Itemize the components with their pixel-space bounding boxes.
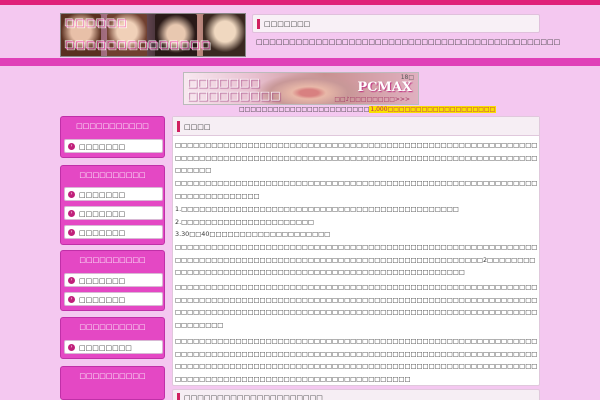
sidebar-item[interactable]: › □□□□□□□□ (64, 340, 163, 354)
chevron-right-icon: › (68, 229, 75, 236)
article-paragraph: □□□□□□□□□□□□□□□□□□□□□□□□□□□□□□□□□□□□□□□□… (175, 243, 538, 276)
sidebar-item-label: □□□□□□□ (79, 296, 126, 304)
site-logo[interactable]: □□□□□□ □□□□□□□□□□□□□□ (60, 13, 246, 57)
article-paragraph: □□□□□□□□□□□□□□□□□□□□□□□□□□□□□□□□□□□□□□□□… (175, 141, 538, 174)
sidebar-block-title: □□□□□□□□□□ (79, 323, 146, 331)
title-accent-bar (177, 393, 180, 400)
list-item: 1.□□□□□□□□□□□□□□□□□□□□□□□□□□□□□□□□□□□□□□… (175, 205, 459, 213)
banner-caption-text: □□□□□□□□□□□□□□□□□□□□□□□ (239, 106, 370, 113)
ad-banner[interactable]: □□□□□□□ □□□□□□□□□ 18□ PCMAX □□♪□□□□□□□□>… (183, 72, 419, 105)
article-paragraph: □□□□□□□□□□□□□□□□□□□□□□□□□□□□□□□□□□□□□□□□… (175, 179, 538, 200)
banner-caption-highlight: 1,000□□□□□□□□□□□□□□□□□□□ (369, 106, 497, 113)
title-accent-bar (257, 19, 260, 29)
title-accent-bar (177, 121, 180, 132)
main-content: □□□□ □□□□□□□□□□□□□□□□□□□□□□□□□□□□□□□□□□□… (172, 116, 540, 386)
logo-text-line1: □□□□□□ (65, 18, 128, 29)
sidebar-item[interactable]: › □□□□□□□ (64, 292, 163, 306)
sidebar-item-label: □□□□□□□□ (79, 344, 132, 352)
banner-copy: □□□□□□□ □□□□□□□□□ (187, 76, 281, 102)
header-title-box: □□□□□□□ (252, 14, 540, 33)
sidebar-item[interactable]: › □□□□□□□ (64, 139, 163, 153)
sub-section-header: □□□□□□□□□□□□□□□□□□□□□ (172, 389, 540, 400)
header-divider-band (0, 58, 600, 66)
main-header: □□□□ (173, 117, 539, 136)
banner-caption[interactable]: □□□□□□□□□□□□□□□□□□□□□□□1,000□□□□□□□□□□□□… (239, 106, 497, 114)
logo-text-line2: □□□□□□□□□□□□□□ (65, 40, 212, 51)
sidebar-item-label: □□□□□□□ (79, 229, 126, 237)
sidebar-block: □□□□□□□□□□ › □□□□□□□ › □□□□□□□ (60, 250, 165, 311)
banner-copy-line1: □□□□□□□ (187, 76, 260, 89)
sidebar-item-label: □□□□□□□ (79, 143, 126, 151)
header-description: □□□□□□□□□□□□□□□□□□□□□□□□□□□□□□□□□□□□□□□□… (256, 38, 561, 46)
banner-copy-line2: □□□□□□□□□ (187, 89, 281, 102)
sidebar-block-title: □□□□□□□□□□ (79, 372, 146, 380)
sidebar-item-label: □□□□□□□ (79, 191, 126, 199)
header-box-title: □□□□□□□ (264, 20, 311, 28)
sidebar-item-label: □□□□□□□ (79, 210, 126, 218)
sidebar-item[interactable]: › □□□□□□□ (64, 187, 163, 201)
sidebar-item[interactable]: › □□□□□□□ (64, 225, 163, 239)
chevron-right-icon: › (68, 210, 75, 217)
chevron-right-icon: › (68, 191, 75, 198)
chevron-right-icon: › (68, 344, 75, 351)
banner-brand: PCMAX (357, 80, 412, 95)
chevron-right-icon: › (68, 296, 75, 303)
article-paragraph: □□□□□□□□□□□□□□□□□□□□□□□□□□□□□□□□□□□□□□□□… (175, 283, 538, 329)
chevron-right-icon: › (68, 277, 75, 284)
list-item: 3.30□□40□□□□□□□□□□□□□□□□□□□□ (175, 230, 331, 238)
sidebar-item[interactable]: › □□□□□□□ (64, 273, 163, 287)
site-header: □□□□□□ □□□□□□□□□□□□□□ □□□□□□□ □□□□□□□□□□… (0, 5, 600, 58)
sub-section-title: □□□□□□□□□□□□□□□□□□□□□ (184, 394, 323, 400)
sidebar-item[interactable]: › □□□□□□□ (64, 206, 163, 220)
sidebar-block: □□□□□□□□□□ › □□□□□□□□ (60, 317, 165, 359)
sidebar-block-title: □□□□□□□□□□ (79, 171, 146, 179)
sidebar-block: □□□□□□□□□□ › □□□□□□□ › □□□□□□□ › □□□□□□□ (60, 165, 165, 245)
sidebar-block-title: □□□□□□□□□□ (79, 256, 146, 264)
sidebar-block: □□□□□□□□□□ (60, 366, 165, 400)
chevron-right-icon: › (68, 143, 75, 150)
article-paragraph: □□□□□□□□□□□□□□□□□□□□□□□□□□□□□□□□□□□□□□□□… (175, 337, 538, 383)
sidebar-block-title: □□□□□□□□□□□ (76, 122, 149, 130)
banner-cta: □□♪□□□□□□□□>>> (334, 96, 410, 103)
sidebar-item-label: □□□□□□□ (79, 277, 126, 285)
main-title: □□□□ (184, 123, 211, 131)
sidebar-block: □□□□□□□□□□□ › □□□□□□□ (60, 116, 165, 158)
list-item: 2.□□□□□□□□□□□□□□□□□□□□□□ (175, 218, 314, 226)
